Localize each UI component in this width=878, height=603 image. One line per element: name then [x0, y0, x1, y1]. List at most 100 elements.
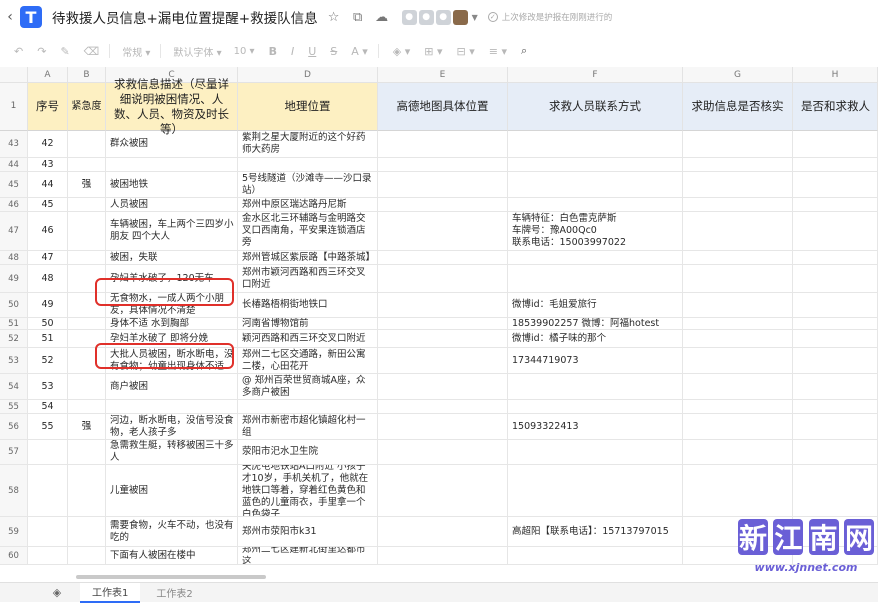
cell-description[interactable]: 群众被困 — [106, 131, 238, 158]
cell-urgency[interactable] — [68, 212, 106, 251]
cell-location[interactable] — [238, 158, 378, 172]
cell-verified[interactable] — [683, 414, 793, 440]
cell-contact[interactable] — [508, 158, 683, 172]
header-cell-map-location[interactable]: 高德地图具体位置 — [378, 83, 508, 131]
style-select[interactable]: 常规 ▾ — [122, 44, 150, 59]
cell-urgency[interactable] — [68, 131, 106, 158]
cell-contact[interactable]: 18539902257 微博：阿福hotest — [508, 318, 683, 330]
cell-location[interactable]: 关虎屯地铁站A口附近 小孩子才10岁，手机关机了，他就在地铁口等着，穿着红色黄色… — [238, 465, 378, 517]
column-header-e[interactable]: E — [378, 67, 508, 83]
row-number[interactable]: 43 — [0, 131, 28, 158]
cell-map-location[interactable] — [378, 131, 508, 158]
column-header-f[interactable]: F — [508, 67, 683, 83]
cell-index[interactable] — [28, 517, 68, 547]
horizontal-scrollbar[interactable] — [76, 575, 266, 579]
cell-index[interactable]: 43 — [28, 158, 68, 172]
back-chevron-icon[interactable]: ‹ — [2, 9, 18, 25]
strikethrough-icon[interactable]: S — [330, 45, 337, 58]
cell-location[interactable]: 颖河西路和西三环交叉口附近 — [238, 330, 378, 348]
cell-location[interactable]: 金水区北三环辅路与金明路交叉口西南角，平安果连锁酒店旁 — [238, 212, 378, 251]
cell-contacted[interactable] — [793, 265, 878, 293]
cell-location[interactable]: 郑州二七区建新北街里达都市这 — [238, 547, 378, 565]
row-number[interactable]: 49 — [0, 265, 28, 293]
app-logo[interactable]: T — [20, 6, 42, 28]
cell-contact[interactable]: 17344719073 — [508, 348, 683, 374]
cell-index[interactable]: 42 — [28, 131, 68, 158]
redo-icon[interactable]: ↷ — [37, 45, 46, 58]
row-number[interactable]: 50 — [0, 293, 28, 318]
cell-contacted[interactable] — [793, 348, 878, 374]
row-number[interactable]: 57 — [0, 440, 28, 465]
cell-location[interactable]: 郑州二七区交通路，新田公寓二楼，心田花开 — [238, 348, 378, 374]
fill-color-icon[interactable]: ◈ ▾ — [393, 45, 410, 58]
cell-location[interactable]: 郑州中原区瑞达路丹尼斯 — [238, 198, 378, 212]
cell-location[interactable] — [238, 400, 378, 414]
cell-contact[interactable] — [508, 440, 683, 465]
sheet-tab-1[interactable]: 工作表1 — [80, 582, 141, 603]
cell-index[interactable]: 47 — [28, 251, 68, 265]
cell-description[interactable]: 人员被困 — [106, 198, 238, 212]
cell-contacted[interactable] — [793, 374, 878, 400]
row-number[interactable]: 46 — [0, 198, 28, 212]
cell-verified[interactable] — [683, 265, 793, 293]
cell-verified[interactable] — [683, 318, 793, 330]
chevron-down-icon[interactable]: ▼ — [472, 13, 478, 22]
row-number[interactable]: 52 — [0, 330, 28, 348]
cell-description[interactable]: 身体不适 水到胸部 — [106, 318, 238, 330]
row-number[interactable]: 51 — [0, 318, 28, 330]
cell-location[interactable]: 郑州市荥阳市k31 — [238, 517, 378, 547]
cell-map-location[interactable] — [378, 158, 508, 172]
cell-urgency[interactable] — [68, 251, 106, 265]
search-icon[interactable]: ⌕ — [521, 44, 527, 58]
cell-contacted[interactable] — [793, 440, 878, 465]
header-cell-urgency[interactable]: 紧急度 — [68, 83, 106, 131]
cell-index[interactable]: 55 — [28, 414, 68, 440]
cell-verified[interactable] — [683, 400, 793, 414]
cell-contacted[interactable] — [793, 400, 878, 414]
star-icon[interactable]: ☆ — [326, 10, 342, 25]
cell-description[interactable]: 商户被困 — [106, 374, 238, 400]
cell-contact[interactable]: 车辆特征：白色雷克萨斯 车牌号：豫A00Qc0 联系电话：15003997022 — [508, 212, 683, 251]
cell-contact[interactable] — [508, 547, 683, 565]
cell-map-location[interactable] — [378, 293, 508, 318]
cell-contacted[interactable] — [793, 465, 878, 517]
cell-contact[interactable] — [508, 251, 683, 265]
header-cell-verified[interactable]: 求助信息是否核实 — [683, 83, 793, 131]
cell-contacted[interactable] — [793, 212, 878, 251]
cell-verified[interactable] — [683, 330, 793, 348]
border-icon[interactable]: ⊞ ▾ — [424, 45, 442, 58]
row-number[interactable]: 44 — [0, 158, 28, 172]
cell-index[interactable] — [28, 440, 68, 465]
cell-description[interactable]: 下面有人被困在楼中 — [106, 547, 238, 565]
cell-location[interactable]: 郑州管城区紫辰路【中路茶城】 — [238, 251, 378, 265]
cell-verified[interactable] — [683, 172, 793, 198]
row-number[interactable]: 56 — [0, 414, 28, 440]
cell-description[interactable]: 急需救生艇，转移被困三十多人 — [106, 440, 238, 465]
row-number[interactable]: 58 — [0, 465, 28, 517]
cell-verified[interactable] — [683, 158, 793, 172]
cell-contact[interactable]: 微博id：橘子味的那个 — [508, 330, 683, 348]
cell-verified[interactable] — [683, 131, 793, 158]
cell-index[interactable]: 49 — [28, 293, 68, 318]
column-header-a[interactable]: A — [28, 67, 68, 83]
row-number[interactable]: 48 — [0, 251, 28, 265]
layers-icon[interactable]: ◈ — [50, 586, 64, 599]
document-title[interactable]: 待救援人员信息+漏电位置提醒+救援队信息 — [52, 7, 318, 27]
cell-verified[interactable] — [683, 348, 793, 374]
cell-location[interactable]: 长椿路梧桐街地铁口 — [238, 293, 378, 318]
row-number[interactable]: 60 — [0, 547, 28, 565]
sheet-tab-2[interactable]: 工作表2 — [144, 583, 204, 603]
cell-urgency[interactable] — [68, 198, 106, 212]
cell-location[interactable]: 紫荆之星大厦附近的这个好药师大药房 — [238, 131, 378, 158]
cell-index[interactable]: 54 — [28, 400, 68, 414]
underline-icon[interactable]: U — [308, 45, 316, 58]
font-select[interactable]: 默认字体 ▾ — [173, 44, 221, 59]
cell-map-location[interactable] — [378, 348, 508, 374]
cell-verified[interactable] — [683, 374, 793, 400]
cell-index[interactable]: 46 — [28, 212, 68, 251]
cell-index[interactable]: 44 — [28, 172, 68, 198]
cell-map-location[interactable] — [378, 547, 508, 565]
cell-contact[interactable]: 高超阳【联系电话】：15713797015 — [508, 517, 683, 547]
cell-map-location[interactable] — [378, 318, 508, 330]
cell-verified[interactable] — [683, 212, 793, 251]
